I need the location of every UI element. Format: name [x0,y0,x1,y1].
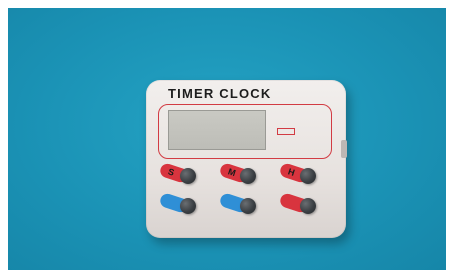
seconds-knob[interactable] [180,168,196,184]
hours-knob[interactable] [300,168,316,184]
timer-clock-device: TIMER CLOCK S M H [146,80,347,238]
start-stop-knob[interactable] [300,198,316,214]
button-row-bottom [158,192,330,222]
button-row-top: S M H [158,162,330,192]
mode-button-1[interactable] [158,192,198,214]
photo-background: TIMER CLOCK S M H [8,8,446,270]
minutes-knob[interactable] [240,168,256,184]
minutes-button[interactable]: M [218,162,258,184]
mode-knob-1[interactable] [180,198,196,214]
mode-button-2[interactable] [218,192,258,214]
brand-label [277,128,295,135]
device-title: TIMER CLOCK [168,86,272,101]
start-stop-button[interactable] [278,192,318,214]
lcd-display [168,110,266,150]
hours-button[interactable]: H [278,162,318,184]
mode-knob-2[interactable] [240,198,256,214]
seconds-button[interactable]: S [158,162,198,184]
side-clip [341,140,347,158]
